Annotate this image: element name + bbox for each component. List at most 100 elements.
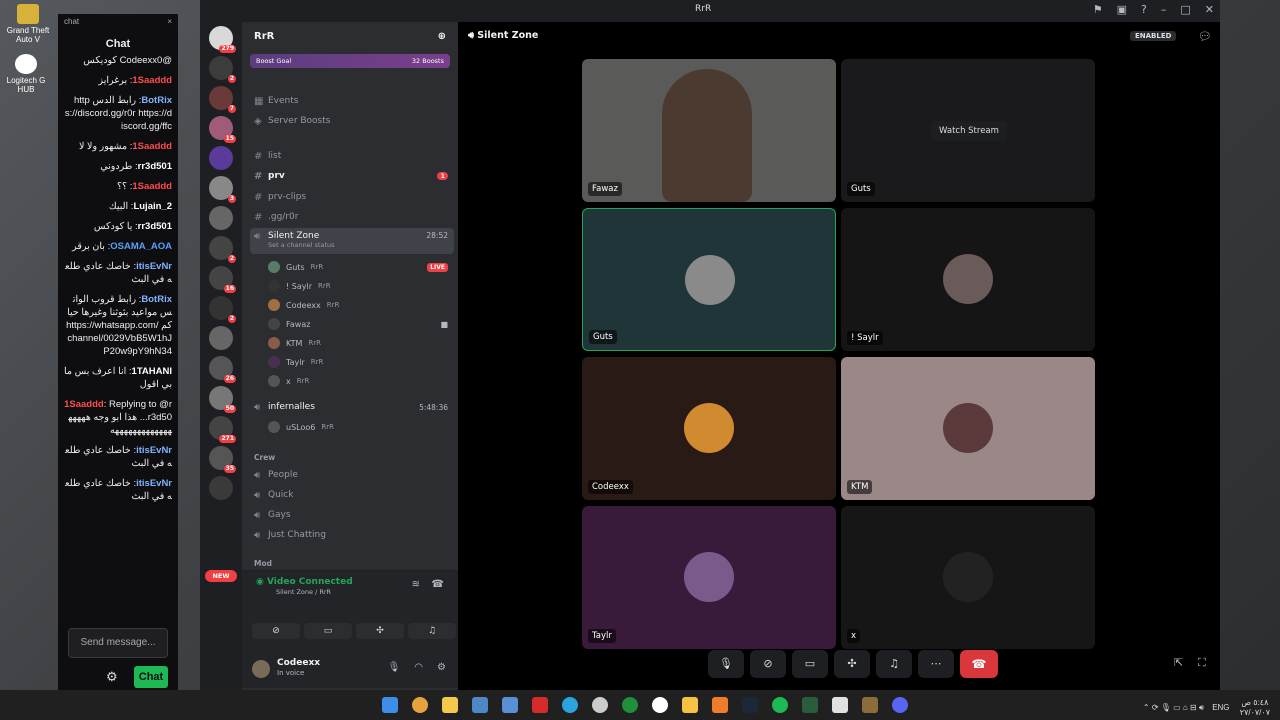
soundboard-button[interactable]: ♫: [408, 623, 456, 639]
server-icon[interactable]: 279: [209, 26, 236, 53]
video-tile[interactable]: ! Saylr: [841, 208, 1095, 351]
camera-off-button[interactable]: ⊘: [252, 623, 300, 639]
channel-gg[interactable]: # .gg/r0r: [250, 208, 454, 226]
server-icon[interactable]: [209, 206, 233, 230]
disconnect-icon[interactable]: ☎: [432, 579, 444, 590]
chat-username[interactable]: 1TAHANI: [132, 366, 172, 377]
channel-server-boosts[interactable]: ◈ Server Boosts: [250, 112, 454, 130]
game-icon[interactable]: [862, 697, 878, 713]
server-header[interactable]: RrR ⊕: [242, 22, 458, 50]
chat-username[interactable]: 1Saaddd: [64, 399, 104, 410]
inbox-icon[interactable]: ⚑: [1093, 3, 1103, 16]
live-badge[interactable]: LIVE: [427, 262, 448, 272]
logitech-desktop-shortcut[interactable]: Logitech G HUB: [0, 54, 54, 94]
chat-bubble-icon[interactable]: 💬︎: [1198, 30, 1212, 43]
channel-silent-zone[interactable]: 🔊︎ Silent Zone Set a channel status 28:5…: [250, 228, 454, 254]
server-icon[interactable]: 16: [209, 266, 236, 293]
app-icon[interactable]: [682, 697, 698, 713]
microphone-icon[interactable]: 🎙︎: [388, 662, 401, 673]
chat-username[interactable]: BotRix: [141, 95, 172, 106]
video-tile[interactable]: Codeexx: [582, 357, 836, 500]
server-icon[interactable]: 50: [209, 386, 236, 413]
chat-username[interactable]: rr3d501: [138, 221, 172, 232]
server-icon[interactable]: 3: [209, 176, 236, 203]
spotify-icon[interactable]: [772, 697, 788, 713]
server-icon[interactable]: [209, 476, 233, 500]
server-icon[interactable]: 26: [209, 356, 236, 383]
server-icon[interactable]: 15: [209, 116, 236, 143]
avatar[interactable]: [252, 660, 270, 678]
clock[interactable]: ٥:٤٨ ص ٢٧/٠٧/٠٧: [1240, 698, 1270, 718]
app-icon[interactable]: [832, 697, 848, 713]
chat-username[interactable]: itisEvNr: [136, 478, 172, 489]
channel-list[interactable]: # list: [250, 147, 454, 165]
server-icon[interactable]: 271: [209, 416, 236, 443]
chat-username[interactable]: itisEvNr: [136, 261, 172, 272]
soundboard-button[interactable]: ♫: [876, 650, 912, 678]
server-icon[interactable]: 2: [209, 56, 236, 83]
voice-member[interactable]: Codeexx RrR: [268, 297, 454, 313]
screen-icon[interactable]: ▣: [1117, 3, 1127, 16]
vlc-icon[interactable]: [712, 697, 728, 713]
excel-icon[interactable]: [802, 697, 818, 713]
xbox-icon[interactable]: [622, 697, 638, 713]
video-tile[interactable]: x: [841, 506, 1095, 649]
boost-goal-bar[interactable]: Boost Goal 32 Boosts: [250, 54, 450, 68]
server-icon[interactable]: [209, 146, 233, 170]
hang-up-button[interactable]: ☎: [960, 650, 998, 678]
language-indicator[interactable]: ENG: [1212, 703, 1229, 712]
add-member-icon[interactable]: ⊕: [438, 31, 446, 42]
file-explorer-icon[interactable]: [442, 697, 458, 713]
channel-crew-0[interactable]: 🔊︎ People: [250, 466, 454, 484]
server-icon[interactable]: 2: [209, 236, 236, 263]
voice-channel-path[interactable]: Silent Zone / RrR: [276, 588, 331, 596]
watch-stream-button[interactable]: Watch Stream: [931, 121, 1007, 141]
chat-username[interactable]: OSAMA_AOA: [110, 241, 172, 252]
channel-prv[interactable]: # prv 1: [250, 167, 454, 185]
settings-icon[interactable]: [592, 697, 608, 713]
app-icon[interactable]: [652, 697, 668, 713]
minimize-icon[interactable]: –: [1161, 3, 1167, 16]
activities-button[interactable]: ✣: [356, 623, 404, 639]
gear-icon[interactable]: ⚙: [106, 669, 118, 685]
chrome-icon[interactable]: [412, 697, 428, 713]
gear-icon[interactable]: ⚙: [437, 662, 446, 673]
chat-username[interactable]: rr3d501: [138, 161, 172, 172]
start-icon[interactable]: [382, 697, 398, 713]
close-icon[interactable]: ×: [167, 17, 172, 29]
channel-crew-2[interactable]: 🔊︎ Gays: [250, 506, 454, 524]
channel-crew-3[interactable]: 🔊︎ Just Chatting: [250, 526, 454, 544]
voice-member[interactable]: KTM RrR: [268, 335, 454, 351]
video-tile[interactable]: Taylr: [582, 506, 836, 649]
voice-status[interactable]: ◉ Video Connected: [256, 577, 353, 587]
voice-member[interactable]: Taylr RrR: [268, 354, 454, 370]
server-icon[interactable]: 35: [209, 446, 236, 473]
voice-member[interactable]: Guts RrR LIVE: [268, 259, 454, 275]
category-mod[interactable]: Mod: [254, 559, 272, 568]
store-icon[interactable]: [472, 697, 488, 713]
noise-suppression-icon[interactable]: ≋: [412, 579, 420, 590]
video-tile[interactable]: Guts: [582, 208, 836, 351]
video-tile[interactable]: KTM: [841, 357, 1095, 500]
voice-member[interactable]: uSLoo6 RrR: [268, 419, 454, 435]
channel-status[interactable]: Set a channel status: [268, 241, 335, 249]
gta-desktop-shortcut[interactable]: Grand Theft Auto V: [0, 4, 56, 44]
netflix-icon[interactable]: [532, 697, 548, 713]
voice-member[interactable]: Fawaz ■: [268, 316, 454, 332]
voice-member[interactable]: x RrR: [268, 373, 454, 389]
chat-username[interactable]: BotRix: [141, 294, 172, 305]
server-icon[interactable]: 7: [209, 86, 236, 113]
server-icon[interactable]: [209, 326, 233, 350]
mic-button[interactable]: 🎙︎: [708, 650, 744, 678]
server-icon[interactable]: 2: [209, 296, 236, 323]
activities-button[interactable]: ✣: [834, 650, 870, 678]
chat-message-input[interactable]: Send message...: [68, 628, 168, 658]
voice-member[interactable]: ! Saylr RrR: [268, 278, 454, 294]
video-tile[interactable]: Fawaz: [582, 59, 836, 202]
video-tile[interactable]: Watch Stream Guts: [841, 59, 1095, 202]
channel-crew-1[interactable]: 🔊︎ Quick: [250, 486, 454, 504]
camera-button[interactable]: ⊘: [750, 650, 786, 678]
screen-share-button[interactable]: ▭: [304, 623, 352, 639]
discord-icon[interactable]: [892, 697, 908, 713]
channel-events[interactable]: ▦ Events: [250, 92, 454, 110]
